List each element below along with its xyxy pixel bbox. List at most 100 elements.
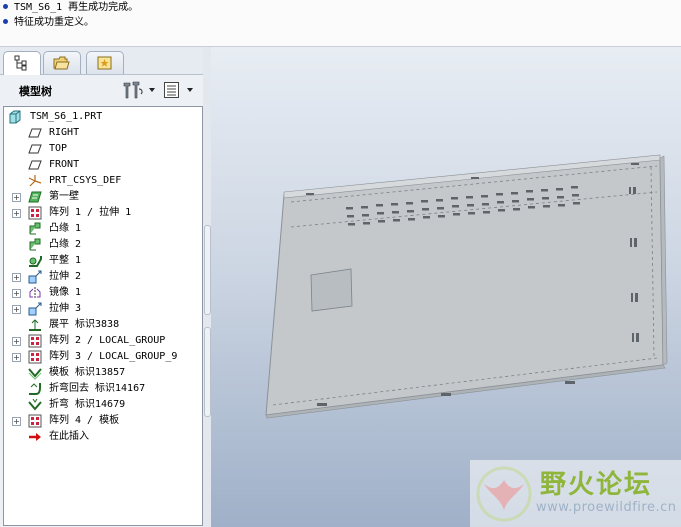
expand-icon[interactable]: +	[12, 273, 21, 282]
tree-item-label: 平整 1	[49, 255, 82, 266]
message-text: TSM_S6_1 再生成功完成。	[14, 2, 139, 13]
flange-icon	[28, 238, 42, 252]
tree-item-pattern-4[interactable]: + 阵列 4 / 模板	[4, 413, 200, 429]
pattern-icon	[28, 206, 42, 220]
show-dropdown-button[interactable]	[163, 80, 193, 100]
bend-icon	[28, 398, 42, 412]
settings-dropdown-button[interactable]	[121, 80, 155, 100]
flange-icon	[28, 222, 42, 236]
unbend-icon	[28, 318, 42, 332]
expand-icon[interactable]: +	[12, 353, 21, 362]
tree-item-label: 折弯回去 标识14167	[49, 383, 146, 394]
pattern-icon	[28, 350, 42, 364]
tree-item-pattern-2[interactable]: + 阵列 2 / LOCAL_GROUP	[4, 333, 200, 349]
tree-item-label: 折弯 标识14679	[49, 399, 126, 410]
tree-item-extrude-2[interactable]: + 拉伸 2	[4, 269, 200, 285]
tree-item-front[interactable]: FRONT	[4, 157, 200, 173]
tree-item-label: 第一壁	[49, 191, 79, 202]
bend-back-icon	[28, 382, 42, 396]
message-area: TSM_S6_1 再生成功完成。 特征成功重定义。	[0, 0, 681, 47]
tree-item-label: PRT_CSYS_DEF	[49, 175, 122, 186]
splitter-handle-bottom[interactable]	[204, 327, 211, 417]
tree-item-label: TSM_S6_1.PRT	[30, 111, 103, 122]
tree-item-label: 模板 标识13857	[49, 367, 126, 378]
tree-item-label: 展平 标识3838	[49, 319, 120, 330]
flat-wall-icon	[28, 254, 42, 268]
model-tree-icon	[14, 55, 27, 71]
tree-item-csys[interactable]: PRT_CSYS_DEF	[4, 173, 200, 189]
tree-item-top[interactable]: TOP	[4, 141, 200, 157]
tree-item-pattern-1[interactable]: + 阵列 1 / 拉伸 1	[4, 205, 200, 221]
expand-icon[interactable]: +	[12, 305, 21, 314]
tree-item-first-wall[interactable]: + 第一壁	[4, 189, 200, 205]
watermark-url: www.proewildfire.cn	[536, 500, 677, 515]
tree-item-right[interactable]: RIGHT	[4, 125, 200, 141]
navigator-tabs	[0, 47, 211, 75]
insert-here-icon	[28, 430, 42, 444]
tree-item-label: 阵列 1 / 拉伸 1	[49, 207, 132, 218]
info-bullet-icon	[3, 18, 8, 24]
expand-icon[interactable]: +	[12, 193, 21, 202]
extrude-icon	[28, 270, 42, 284]
list-icon	[164, 82, 179, 98]
tree-item-label: TOP	[49, 143, 68, 154]
panel-splitter[interactable]	[203, 47, 211, 527]
model-tree: TSM_S6_1.PRT RIGHT TOP FRONT PRT_CSYS_DE…	[3, 106, 203, 526]
csys-icon	[28, 174, 42, 188]
watermark-title: 野火论坛	[540, 470, 653, 500]
forum-logo-icon	[476, 466, 532, 522]
datum-plane-icon	[28, 126, 42, 140]
tree-item-flange-1[interactable]: 凸缘 1	[4, 221, 200, 237]
tree-item-label: FRONT	[49, 159, 80, 170]
graphics-window[interactable]	[211, 47, 681, 527]
chevron-down-icon	[149, 88, 155, 92]
tools-icon	[123, 81, 143, 99]
part-icon	[8, 110, 22, 124]
chevron-down-icon	[187, 88, 193, 92]
tree-item-label: 阵列 3 / LOCAL_GROUP_9	[49, 351, 178, 362]
tree-item-unbend[interactable]: 展平 标识3838	[4, 317, 200, 333]
folder-icon	[53, 56, 70, 70]
tree-item-bend-back[interactable]: 折弯回去 标识14167	[4, 381, 200, 397]
tree-item-insert-here[interactable]: 在此插入	[4, 429, 200, 445]
watermark: 野火论坛 www.proewildfire.cn	[470, 460, 681, 527]
tree-item-part[interactable]: TSM_S6_1.PRT	[4, 109, 200, 125]
tree-item-flat-1[interactable]: 平整 1	[4, 253, 200, 269]
splitter-handle-top[interactable]	[204, 225, 211, 315]
pattern-icon	[28, 414, 42, 428]
tree-item-label: 阵列 2 / LOCAL_GROUP	[49, 335, 166, 346]
datum-plane-icon	[28, 158, 42, 172]
tree-item-label: 凸缘 2	[49, 239, 82, 250]
datum-plane-icon	[28, 142, 42, 156]
sheet-metal-model	[265, 154, 668, 419]
tree-item-label: 阵列 4 / 模板	[49, 415, 120, 426]
info-bullet-icon	[3, 3, 8, 9]
message-line-1: TSM_S6_1 再生成功完成。	[3, 1, 138, 15]
expand-icon[interactable]: +	[12, 209, 21, 218]
tab-folder-browser[interactable]	[43, 51, 81, 74]
navigator-panel: 模型树 TSM_S6_1.PRT RIGHT TOP FRONT PRT_CSY…	[0, 47, 211, 527]
tree-item-label: 在此插入	[49, 431, 89, 442]
tree-item-label: 拉伸 3	[49, 303, 82, 314]
expand-icon[interactable]: +	[12, 417, 21, 426]
tree-item-form[interactable]: 模板 标识13857	[4, 365, 200, 381]
model-tree-title: 模型树	[19, 85, 52, 98]
pattern-icon	[28, 334, 42, 348]
expand-icon[interactable]: +	[12, 289, 21, 298]
tree-item-flange-2[interactable]: 凸缘 2	[4, 237, 200, 253]
tree-item-bend[interactable]: 折弯 标识14679	[4, 397, 200, 413]
tree-item-pattern-3[interactable]: + 阵列 3 / LOCAL_GROUP_9	[4, 349, 200, 365]
tree-item-mirror-1[interactable]: + 镜像 1	[4, 285, 200, 301]
tree-item-label: 凸缘 1	[49, 223, 82, 234]
message-line-2: 特征成功重定义。	[3, 16, 94, 30]
mirror-icon	[28, 286, 42, 300]
favorites-icon	[97, 56, 112, 70]
tab-favorites[interactable]	[86, 51, 124, 74]
extrude-icon	[28, 302, 42, 316]
tree-item-label: 镜像 1	[49, 287, 82, 298]
message-text: 特征成功重定义。	[14, 17, 94, 28]
tab-model-tree[interactable]	[3, 51, 41, 75]
tree-item-extrude-3[interactable]: + 拉伸 3	[4, 301, 200, 317]
expand-icon[interactable]: +	[12, 337, 21, 346]
tree-item-label: RIGHT	[49, 127, 80, 138]
